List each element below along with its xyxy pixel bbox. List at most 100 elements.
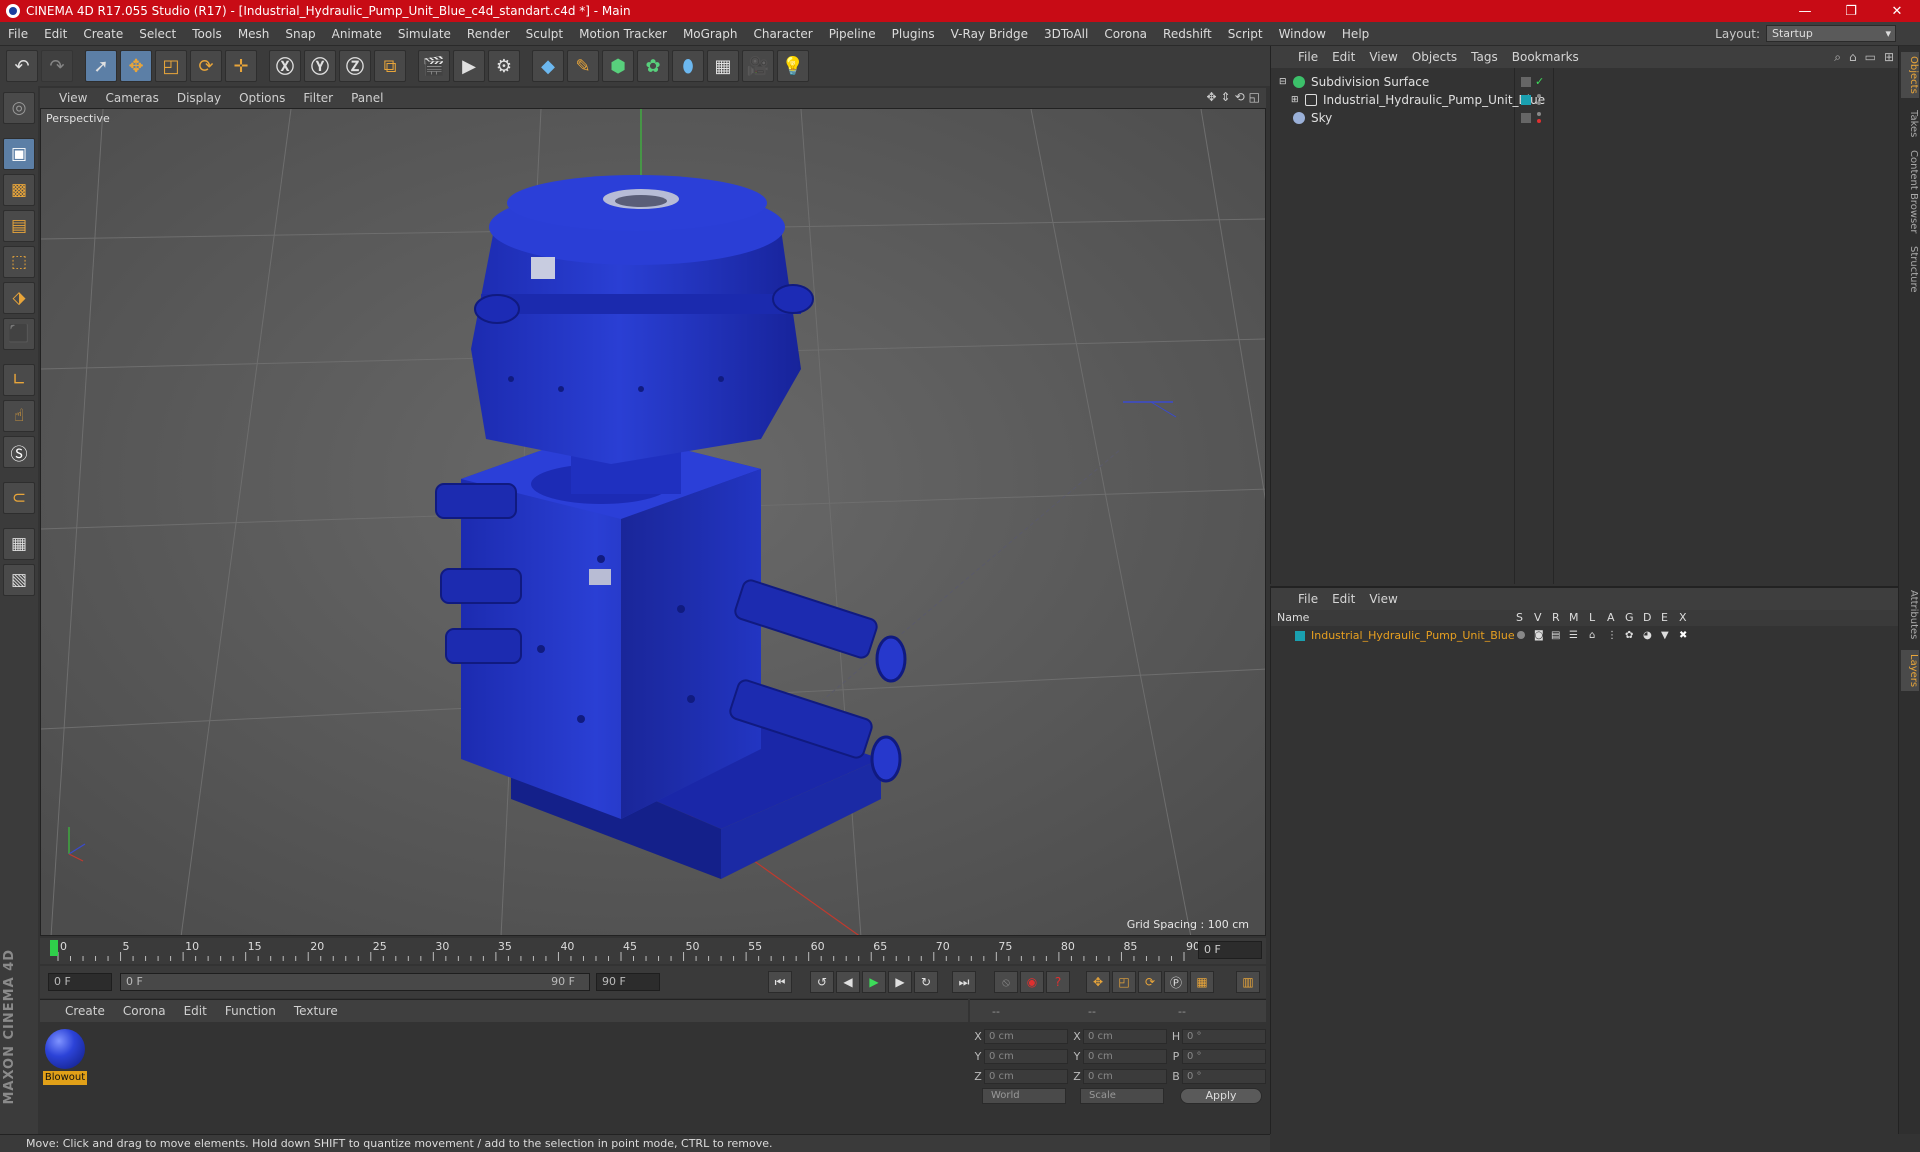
size-z-field[interactable]: 0 cm — [1083, 1068, 1167, 1084]
cloner-icon[interactable]: ✿ — [637, 50, 669, 82]
render-picture-viewer-icon[interactable]: ▶ — [453, 50, 485, 82]
deformers-toggle-icon[interactable]: ◕ — [1643, 630, 1652, 641]
menu-select[interactable]: Select — [131, 27, 184, 41]
material-swatch[interactable]: Blowout — [43, 1027, 87, 1085]
size-x-field[interactable]: 0 cm — [1083, 1028, 1167, 1044]
menu-snap[interactable]: Snap — [277, 27, 323, 41]
viewport-menu-filter[interactable]: Filter — [294, 91, 342, 105]
rotate-view-icon[interactable]: ⟲ — [1235, 90, 1245, 104]
coordinate-system-icon[interactable]: ⧉ — [374, 50, 406, 82]
expand-icon[interactable]: ⊞ — [1291, 95, 1301, 105]
size-y-field[interactable]: 0 cm — [1083, 1048, 1167, 1064]
render-toggle-icon[interactable]: ▤ — [1551, 630, 1560, 641]
timeline-playhead[interactable] — [50, 940, 58, 956]
grid-snap-icon[interactable]: ▧ — [3, 564, 35, 596]
objects-menu-tags[interactable]: Tags — [1464, 50, 1505, 64]
axis-mode-icon[interactable]: ∟ — [3, 364, 35, 396]
layers-menu-view[interactable]: View — [1362, 592, 1404, 606]
tree-item-subdivision-surface[interactable]: ⊟ Subdivision Surface — [1271, 72, 1899, 92]
visibility-dot-icon[interactable] — [1537, 112, 1541, 116]
home-icon[interactable]: ⌂ — [1849, 50, 1857, 65]
points-mode-icon[interactable]: ⬚ — [3, 246, 35, 278]
layer-color-swatch[interactable] — [1521, 95, 1531, 105]
texture-mode-icon[interactable]: ▩ — [3, 174, 35, 206]
model-mode-icon[interactable]: ▣ — [3, 138, 35, 170]
material-menu-create[interactable]: Create — [56, 1004, 114, 1018]
redo-icon[interactable]: ↷ — [41, 50, 73, 82]
objects-menu-bookmarks[interactable]: Bookmarks — [1505, 50, 1586, 64]
xref-toggle-icon[interactable]: ✖ — [1679, 630, 1687, 641]
close-button[interactable]: ✕ — [1874, 0, 1920, 22]
maximize-panel-icon[interactable]: ⊞ — [1884, 50, 1894, 65]
position-x-field[interactable]: 0 cm — [984, 1028, 1068, 1044]
menu-window[interactable]: Window — [1271, 27, 1334, 41]
key-position-icon[interactable]: ✥ — [1086, 971, 1110, 993]
move-tool-icon[interactable]: ✥ — [120, 50, 152, 82]
search-icon[interactable]: ⌕ — [1834, 50, 1841, 65]
menu-vray-bridge[interactable]: V-Ray Bridge — [943, 27, 1036, 41]
preview-range-slider[interactable]: 0 F 90 F — [120, 973, 590, 991]
objects-menu-objects[interactable]: Objects — [1405, 50, 1464, 64]
position-y-field[interactable]: 0 cm — [984, 1048, 1068, 1064]
zoom-view-icon[interactable]: ⇕ — [1221, 90, 1231, 104]
live-selection-icon[interactable]: ➚ — [85, 50, 117, 82]
tree-item-pump-unit[interactable]: ⊞ Industrial_Hydraulic_Pump_Unit_Blue — [1271, 90, 1899, 110]
cube-primitive-icon[interactable]: ◆ — [532, 50, 564, 82]
rotate-tool-icon[interactable]: ⟳ — [190, 50, 222, 82]
tab-layers[interactable]: Layers — [1901, 650, 1919, 692]
polygons-mode-icon[interactable]: ⬛ — [3, 318, 35, 350]
viewport-menu-panel[interactable]: Panel — [342, 91, 392, 105]
tweak-mode-icon[interactable]: ☝ — [3, 400, 35, 432]
menu-mograph[interactable]: MoGraph — [675, 27, 746, 41]
recent-tool-icon[interactable]: ✛ — [225, 50, 257, 82]
key-scale-icon[interactable]: ◰ — [1112, 971, 1136, 993]
generators-toggle-icon[interactable]: ✿ — [1625, 630, 1633, 641]
menu-plugins[interactable]: Plugins — [884, 27, 943, 41]
menu-sculpt[interactable]: Sculpt — [518, 27, 571, 41]
layer-row[interactable]: Industrial_Hydraulic_Pump_Unit_Blue ◙ ▤ … — [1271, 628, 1899, 644]
manager-toggle-icon[interactable]: ☰ — [1569, 630, 1578, 641]
solo-toggle-icon[interactable] — [1517, 631, 1525, 639]
tab-structure[interactable]: Structure — [1901, 242, 1919, 297]
menu-motion-tracker[interactable]: Motion Tracker — [571, 27, 675, 41]
scale-tool-icon[interactable]: ◰ — [155, 50, 187, 82]
objects-menu-view[interactable]: View — [1362, 50, 1404, 64]
rotation-p-field[interactable]: 0 ° — [1182, 1048, 1266, 1064]
viewport-menu-display[interactable]: Display — [168, 91, 230, 105]
keyframe-selection-icon[interactable]: ? — [1046, 971, 1070, 993]
workplane-lock-icon[interactable]: ▦ — [3, 528, 35, 560]
coordinate-mode-select[interactable]: World — [982, 1088, 1066, 1104]
layer-toggle-icon[interactable] — [1521, 113, 1531, 123]
deformer-icon[interactable]: ⬮ — [672, 50, 704, 82]
tab-takes[interactable]: Takes — [1901, 106, 1919, 141]
visibility-dot-icon[interactable] — [1537, 94, 1541, 98]
next-keyframe-icon[interactable]: ↻ — [914, 971, 938, 993]
animation-toggle-icon[interactable]: ⋮ — [1607, 630, 1617, 641]
floor-icon[interactable]: ▦ — [707, 50, 739, 82]
autokey-icon[interactable]: ◉ — [1020, 971, 1044, 993]
light-icon[interactable]: 💡 — [777, 50, 809, 82]
position-z-field[interactable]: 0 cm — [984, 1068, 1068, 1084]
objects-menu-edit[interactable]: Edit — [1325, 50, 1362, 64]
edges-mode-icon[interactable]: ⬗ — [3, 282, 35, 314]
menu-corona[interactable]: Corona — [1096, 27, 1155, 41]
rotation-b-field[interactable]: 0 ° — [1182, 1068, 1266, 1084]
workplane-mode-icon[interactable]: ▤ — [3, 210, 35, 242]
menu-simulate[interactable]: Simulate — [390, 27, 459, 41]
menu-redshift[interactable]: Redshift — [1155, 27, 1220, 41]
min-frame-field[interactable]: 0 F — [48, 973, 112, 991]
record-keys-off-icon[interactable]: ⦸ — [994, 971, 1018, 993]
tab-attributes[interactable]: Attributes — [1901, 586, 1919, 643]
timeline-ruler[interactable]: 0 5 10 15 20 25 30 35 40 45 50 55 60 65 70 75 80 85 90 0 F — [40, 938, 1266, 964]
max-frame-field[interactable]: 90 F — [596, 973, 660, 991]
go-to-start-icon[interactable]: ⏮ — [768, 971, 792, 993]
pen-spline-icon[interactable]: ✎ — [567, 50, 599, 82]
minimize-button[interactable]: — — [1782, 0, 1828, 22]
menu-script[interactable]: Script — [1220, 27, 1271, 41]
view-toggle-icon[interactable]: ◙ — [1534, 630, 1544, 641]
apply-button[interactable]: Apply — [1180, 1088, 1262, 1104]
make-editable-icon[interactable]: ◎ — [3, 92, 35, 124]
size-mode-select[interactable]: Scale — [1080, 1088, 1164, 1104]
visibility-dot-icon[interactable] — [1537, 101, 1541, 105]
maximize-button[interactable]: ❐ — [1828, 0, 1874, 22]
